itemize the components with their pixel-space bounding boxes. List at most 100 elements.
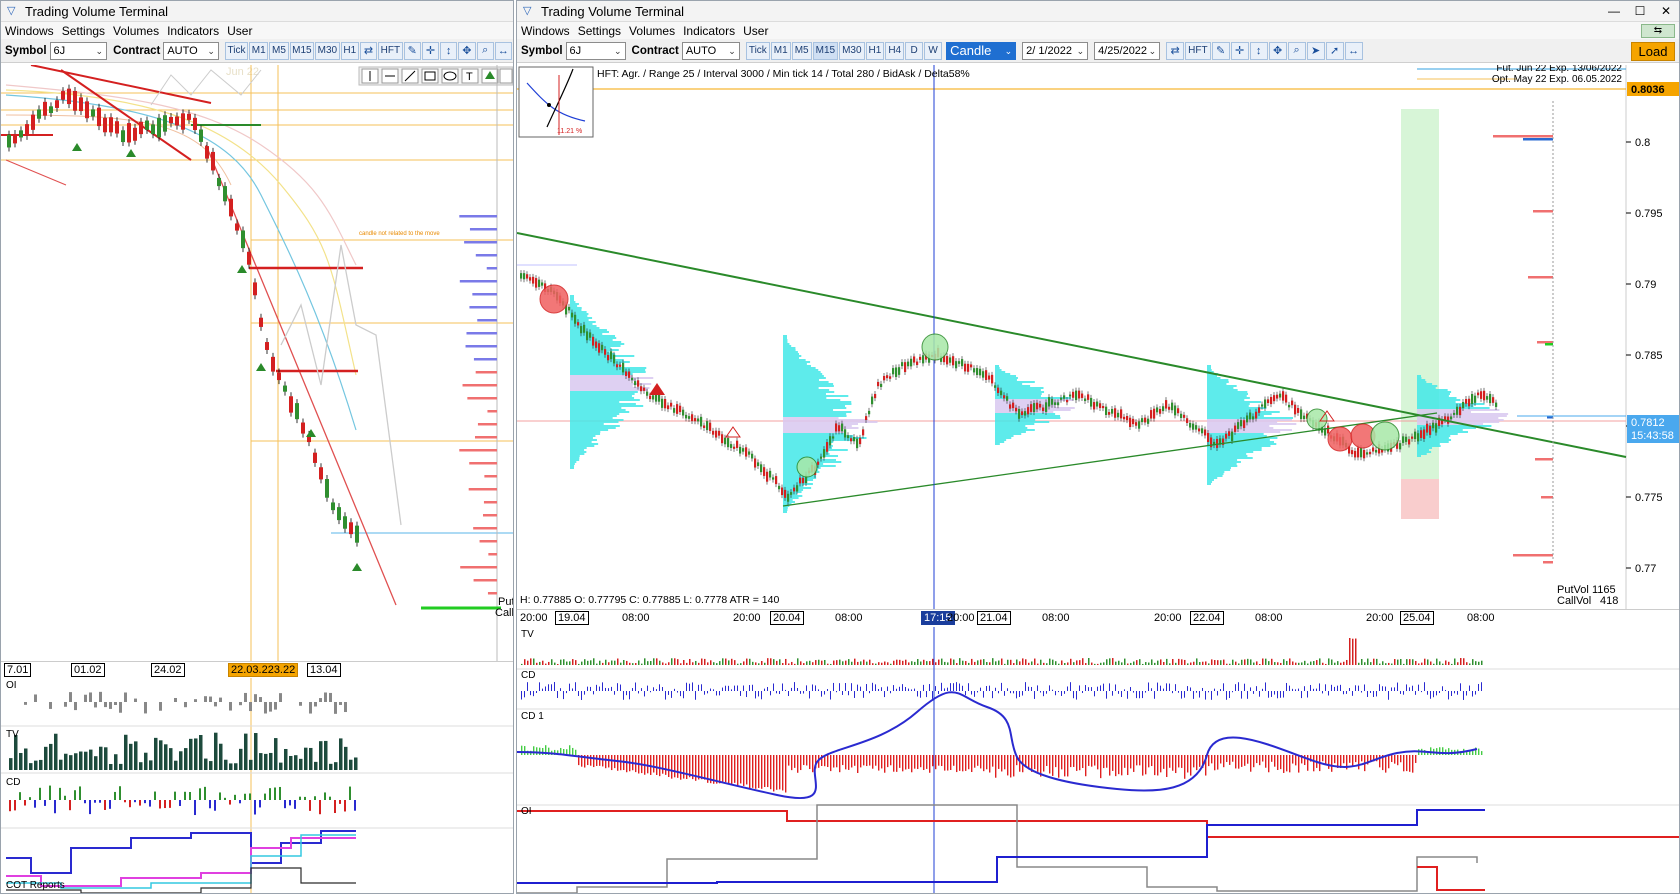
profile-row xyxy=(783,403,852,405)
cd1-bar xyxy=(1388,755,1390,769)
pencil-icon[interactable]: ✎ xyxy=(1211,41,1230,60)
tf-d[interactable]: D xyxy=(905,41,924,60)
profile-row xyxy=(570,321,596,323)
cd-bar xyxy=(731,689,732,691)
cd-bar xyxy=(1001,682,1002,691)
left-price-chart[interactable]: T Jun 22 candle not related to the move xyxy=(1,65,514,665)
tv-bar xyxy=(64,753,68,770)
menu-indicators[interactable]: Indicators xyxy=(683,24,735,38)
candle-body xyxy=(730,444,733,448)
chart-type-select[interactable]: Candle ⌄ xyxy=(946,41,1017,60)
load-button[interactable]: Load xyxy=(1631,42,1675,61)
menu-volumes[interactable]: Volumes xyxy=(629,24,675,38)
tf-m1[interactable]: M1 xyxy=(249,41,269,60)
tf-m1[interactable]: M1 xyxy=(770,41,791,60)
contract-select[interactable]: AUTO ⌄ xyxy=(163,41,219,60)
candle-body xyxy=(1201,428,1204,434)
menu-user[interactable]: User xyxy=(227,24,252,38)
tf-m30[interactable]: M30 xyxy=(839,41,865,60)
tv-bar xyxy=(1139,659,1141,665)
tf-m15[interactable]: M15 xyxy=(812,41,839,60)
tf-tick[interactable]: Tick xyxy=(224,41,249,60)
tf-tick[interactable]: Tick xyxy=(745,41,770,60)
profile-row xyxy=(1417,385,1438,387)
candle-body xyxy=(1096,401,1099,407)
tv-bar xyxy=(809,660,811,665)
cd-bar xyxy=(596,684,597,691)
profile-row xyxy=(1207,461,1241,463)
right-window-title: Trading Volume Terminal xyxy=(541,3,685,19)
tv-bar xyxy=(887,662,889,665)
tf-w[interactable]: W xyxy=(924,41,943,60)
tv-bar xyxy=(830,663,832,665)
cd1-bar xyxy=(656,755,658,775)
tf-m5[interactable]: M5 xyxy=(791,41,812,60)
close-icon[interactable]: ✕ xyxy=(1653,4,1679,18)
cd-bar xyxy=(824,691,825,695)
tf-h4[interactable]: H4 xyxy=(885,41,905,60)
menu-windows[interactable]: Windows xyxy=(521,24,570,38)
date-to-select[interactable]: 4/25/2022 ⌄ xyxy=(1094,41,1161,60)
right-price-chart[interactable]: 11.21 % HFT: Agr. / Range 25 / Interval … xyxy=(517,65,1680,609)
link-icon[interactable]: ⇄ xyxy=(1166,41,1185,60)
cd-bar xyxy=(1181,691,1182,699)
menu-volumes[interactable]: Volumes xyxy=(113,24,159,38)
vertical-resize-icon[interactable]: ↕ xyxy=(1249,41,1268,60)
restore-icon[interactable]: ⇆ xyxy=(1641,23,1675,38)
date-from-select[interactable]: 2/ 1/2022 ⌄ xyxy=(1022,41,1089,60)
tf-m30[interactable]: M30 xyxy=(315,41,340,60)
minimize-icon[interactable]: — xyxy=(1601,4,1627,18)
profile-row xyxy=(783,401,852,403)
candle-body xyxy=(73,90,77,111)
hft-button[interactable]: HFT xyxy=(1185,41,1211,60)
crosshair-icon[interactable]: ✛ xyxy=(1230,41,1249,60)
horizontal-resize-icon[interactable]: ↔ xyxy=(1344,41,1363,60)
cursor-plus-icon[interactable]: ➚ xyxy=(1325,41,1344,60)
menu-windows[interactable]: Windows xyxy=(5,24,54,38)
cd-bar xyxy=(761,691,762,700)
time-label-12: 08:00 xyxy=(1255,612,1283,624)
pencil-icon[interactable]: ✎ xyxy=(403,41,421,60)
menu-settings[interactable]: Settings xyxy=(62,24,105,38)
move-icon[interactable]: ✥ xyxy=(458,41,476,60)
maximize-icon[interactable]: ☐ xyxy=(1627,4,1653,18)
tf-m15[interactable]: M15 xyxy=(289,41,315,60)
cd-bar xyxy=(1391,687,1392,691)
candle-body xyxy=(640,386,643,392)
vertical-resize-icon[interactable]: ↕ xyxy=(440,41,458,60)
cd-bar xyxy=(1205,691,1206,700)
hft-button[interactable]: HFT xyxy=(378,41,403,60)
candle-body xyxy=(844,429,847,438)
move-icon[interactable]: ✥ xyxy=(1268,41,1287,60)
oi-bar xyxy=(269,702,272,712)
menu-user[interactable]: User xyxy=(743,24,768,38)
tf-h1[interactable]: H1 xyxy=(340,41,359,60)
candle-body xyxy=(520,273,523,279)
symbol-select[interactable]: 6J ⌄ xyxy=(49,41,108,60)
zoom-icon[interactable]: ⌕ xyxy=(1287,41,1306,60)
menu-indicators[interactable]: Indicators xyxy=(167,24,219,38)
profile-row xyxy=(570,441,592,443)
tv-bar xyxy=(184,748,188,770)
cursor-icon[interactable]: ➤ xyxy=(1306,41,1325,60)
candle-body xyxy=(343,516,347,529)
horizontal-resize-icon[interactable]: ↔ xyxy=(494,41,512,60)
contract-select[interactable]: AUTO ⌄ xyxy=(681,41,740,60)
profile-row xyxy=(1417,377,1422,379)
candle-body xyxy=(1000,390,1003,396)
cd1-bar xyxy=(1169,755,1171,768)
tf-m5[interactable]: M5 xyxy=(269,41,289,60)
tv-bar xyxy=(1154,662,1156,665)
cd1-bar xyxy=(941,755,943,767)
link-icon[interactable]: ⇄ xyxy=(359,41,378,60)
zoom-icon[interactable]: ⌕ xyxy=(476,41,494,60)
crosshair-icon[interactable]: ✛ xyxy=(421,41,440,60)
profile-row xyxy=(1417,391,1452,393)
tv-bar xyxy=(139,762,143,770)
symbol-select[interactable]: 6J ⌄ xyxy=(565,41,626,60)
candle-body xyxy=(1147,418,1150,424)
cd1-bar xyxy=(995,755,997,778)
menu-settings[interactable]: Settings xyxy=(578,24,621,38)
tv-bar xyxy=(602,662,604,665)
tf-h1[interactable]: H1 xyxy=(865,41,885,60)
